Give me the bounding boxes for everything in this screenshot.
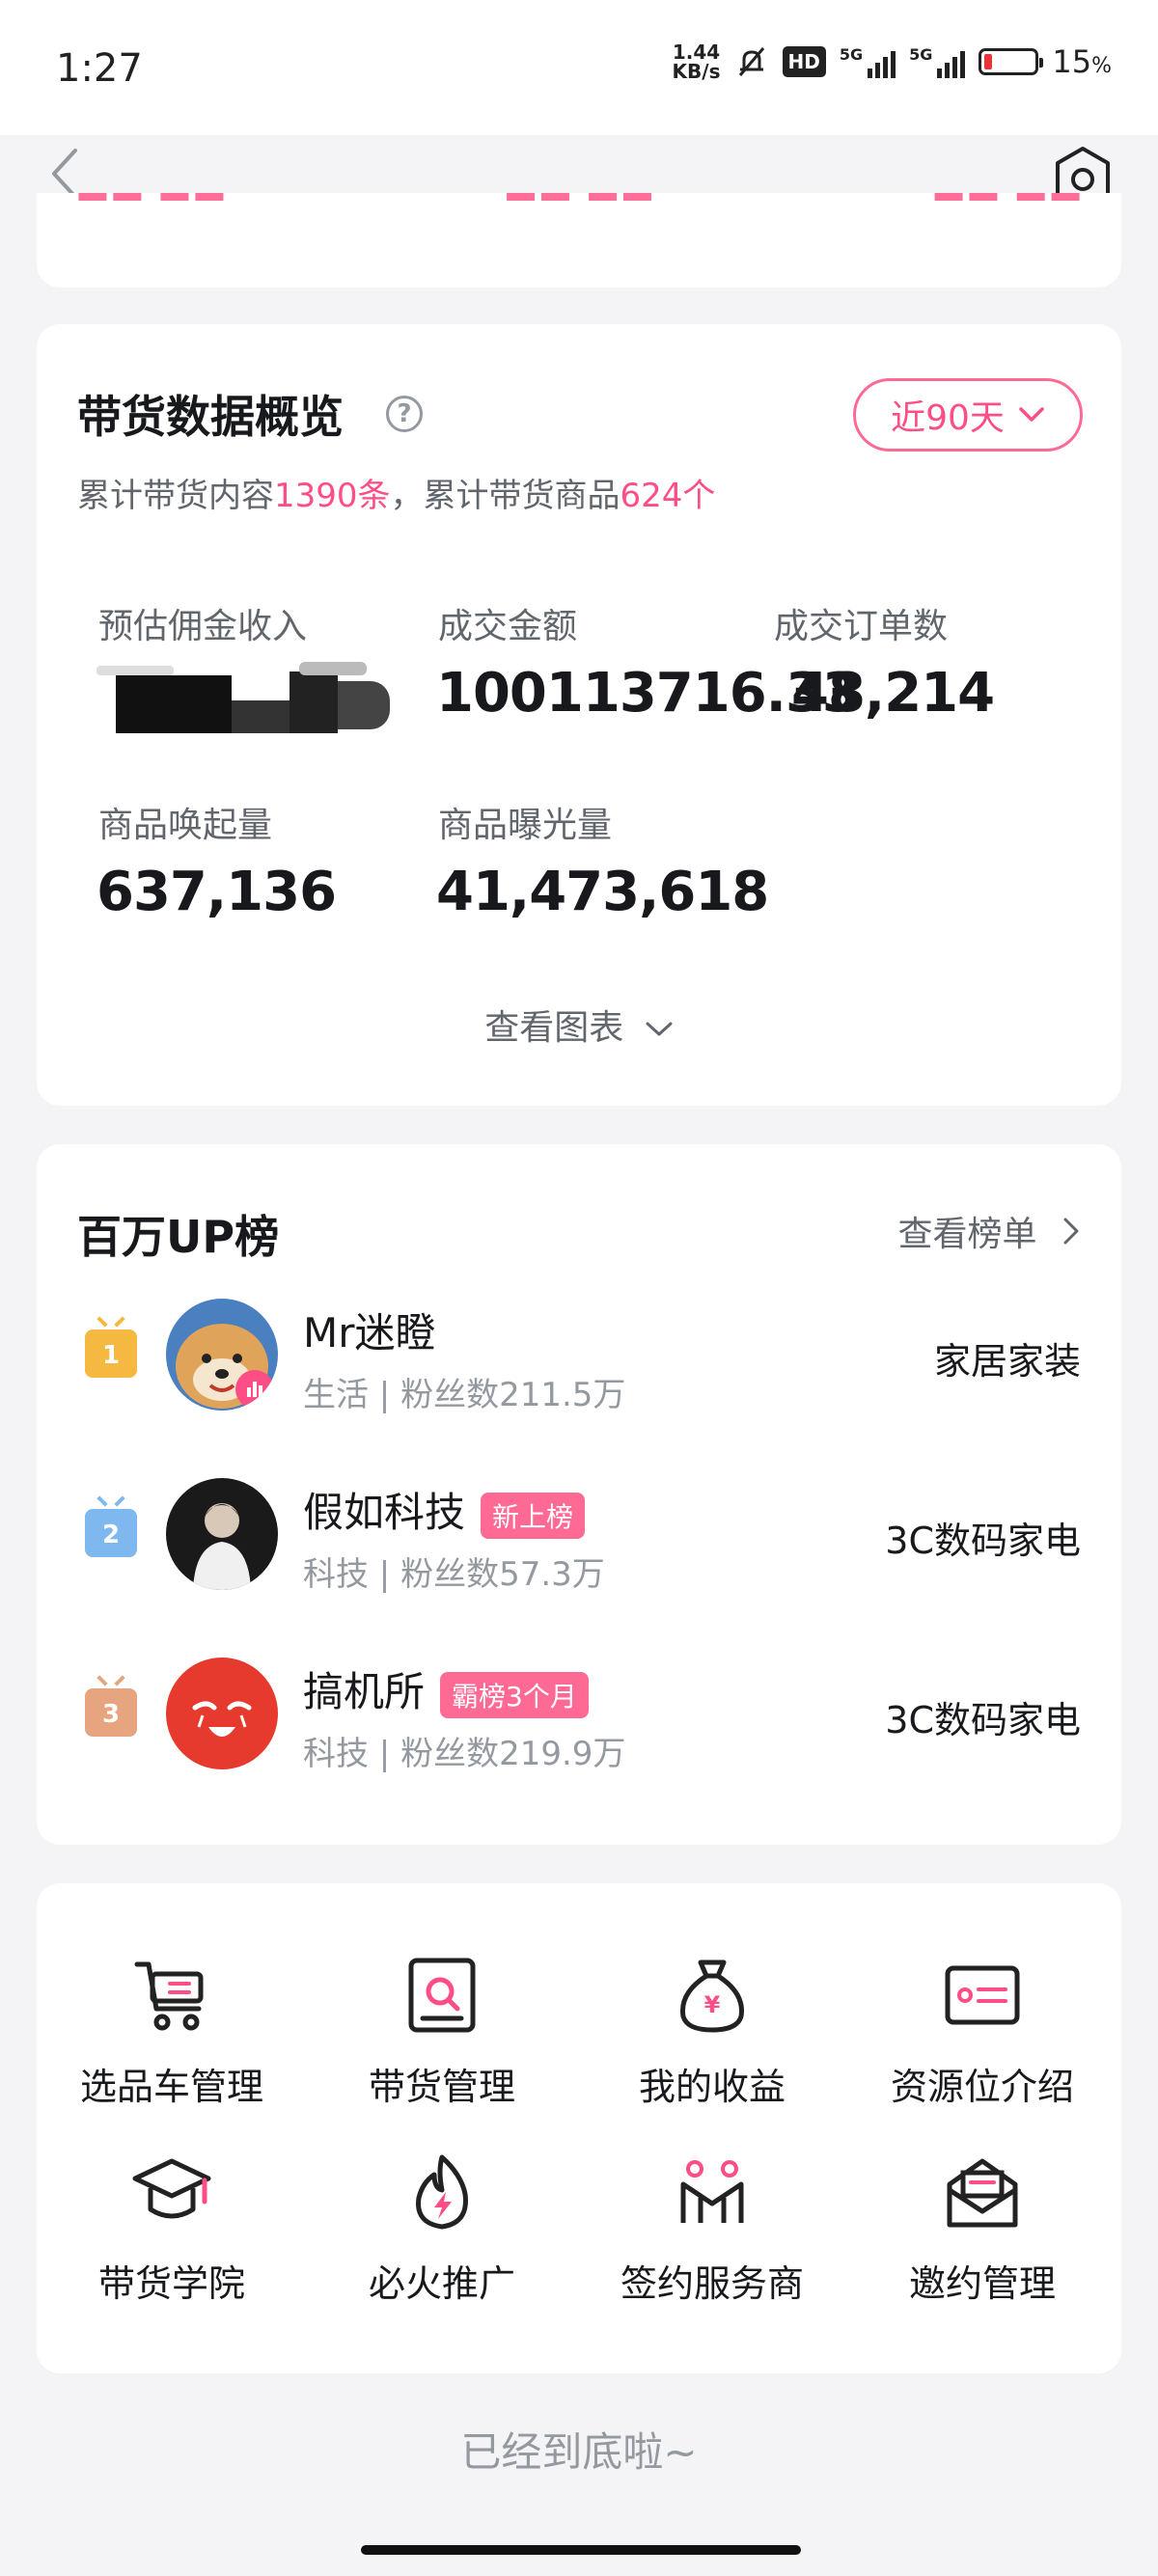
metric-label-clicks: 商品唤起量 — [98, 806, 273, 845]
bell-off-icon — [738, 47, 764, 76]
up-meta: 科技 | 粉丝数57.3万 — [303, 1555, 605, 1594]
metric-label-gmv: 成交金额 — [438, 607, 578, 646]
up-meta: 生活 | 粉丝数211.5万 — [303, 1376, 626, 1414]
status-time: 1:27 — [56, 46, 143, 91]
chevron-right-icon — [1063, 1218, 1079, 1245]
tool-invitation-management[interactable]: 邀约管理 — [847, 2151, 1117, 2307]
signal-icon: 5G — [909, 45, 966, 78]
rank-badge: 3 — [85, 1688, 137, 1737]
net-speed: 1.44 KB/s — [672, 41, 721, 83]
view-chart-button[interactable]: 查看图表 — [37, 1000, 1121, 1050]
ranking-row[interactable]: 2 假如科技 新上榜 科技 | 粉丝数57.3万 3C数码家电 — [37, 1466, 1121, 1611]
content-count: 1390条 — [274, 477, 391, 515]
tool-my-earnings[interactable]: ¥ 我的收益 — [577, 1955, 847, 2110]
money-bag-icon: ¥ — [680, 1959, 744, 2033]
search-box-icon — [408, 1958, 476, 2033]
metric-label-orders: 成交订单数 — [774, 607, 949, 646]
avatar — [166, 1658, 278, 1769]
product-count: 624个 — [620, 477, 716, 515]
overview-summary: 累计带货内容1390条，累计带货商品624个 — [77, 477, 716, 515]
signal-icon: 5G — [840, 45, 896, 78]
ranking-row[interactable]: 1 Mr迷瞪 生活 | 粉丝数211.5万 家居家装 — [37, 1287, 1121, 1432]
status-icons: 1.44 KB/s HD 5G 5G 15% — [673, 42, 1112, 81]
cart-icon — [134, 1961, 204, 2031]
up-meta: 科技 | 粉丝数219.9万 — [303, 1735, 626, 1773]
commission-value-masked — [96, 662, 401, 735]
metric-value-exposure: 41,473,618 — [436, 861, 769, 923]
avatar — [166, 1299, 278, 1411]
hd-badge: HD — [782, 46, 826, 77]
tool-hot-promotion[interactable]: 必火推广 — [307, 2151, 577, 2307]
tool-sales-management[interactable]: 带货管理 — [307, 1955, 577, 2110]
metric-value-clicks: 637,136 — [96, 861, 337, 923]
graduation-cap-icon — [132, 2158, 211, 2219]
up-category: 3C数码家电 — [885, 1699, 1081, 1741]
up-name: 搞机所 霸榜3个月 — [303, 1659, 589, 1718]
tool-cart-management[interactable]: 选品车管理 — [37, 1955, 307, 2110]
chevron-down-icon — [1019, 407, 1044, 422]
metrics-card-clipped: ▬▬ ▬▬▬▬ ▬▬▬▬ ▬▬ — [37, 193, 1121, 288]
fire-icon — [416, 2154, 468, 2230]
metric-value-orders: 48,214 — [791, 662, 995, 725]
up-category: 家居家装 — [933, 1340, 1081, 1383]
mail-icon — [947, 2158, 1018, 2228]
overview-title: 带货数据概览 — [77, 391, 344, 443]
up-category: 3C数码家电 — [885, 1520, 1081, 1562]
partners-icon — [680, 2160, 744, 2223]
battery-percent: 15% — [1052, 43, 1112, 80]
sales-overview-card: 带货数据概览 ? 近90天 累计带货内容1390条，累计带货商品624个 预估佣… — [37, 324, 1121, 1106]
up-name: 假如科技 新上榜 — [303, 1480, 586, 1539]
metric-label-commission: 预估佣金收入 — [98, 607, 308, 646]
battery-icon — [979, 48, 1044, 75]
chevron-down-icon — [646, 1022, 673, 1036]
top-streak-tag: 霸榜3个月 — [440, 1671, 589, 1718]
million-up-ranking-card: 百万UP榜 查看榜单 1 Mr迷瞪 生活 | 粉丝数211.5万 家居家装 2 — [37, 1144, 1121, 1845]
ranking-row[interactable]: 3 搞机所 霸榜3个月 科技 | 粉丝数219.9万 3C数码家电 — [37, 1646, 1121, 1791]
svg-text:¥: ¥ — [704, 1991, 721, 2018]
new-entry-tag: 新上榜 — [481, 1492, 586, 1539]
rank-badge: 2 — [85, 1509, 137, 1557]
home-indicator[interactable] — [361, 2545, 801, 2555]
help-icon[interactable]: ? — [386, 396, 423, 432]
rank-badge: 1 — [85, 1329, 137, 1378]
date-range-selector[interactable]: 近90天 — [853, 378, 1083, 452]
status-bar: 1:27 1.44 KB/s HD 5G 5G 15% — [0, 0, 1158, 135]
tool-resource-intro[interactable]: 资源位介绍 — [847, 1955, 1117, 2110]
ranking-title: 百万UP榜 — [77, 1211, 280, 1263]
view-ranking-link[interactable]: 查看榜单 — [898, 1206, 1081, 1256]
end-of-list-text: 已经到底啦~ — [460, 2428, 698, 2476]
tools-grid-card: 选品车管理 带货管理 ¥ 我的收益 资源位介绍 带货学院 必火推广 签约服务商 … — [37, 1883, 1121, 2373]
up-name: Mr迷瞪 — [303, 1309, 436, 1357]
card-icon — [945, 1965, 1020, 2025]
tool-partner-agency[interactable]: 签约服务商 — [577, 2151, 847, 2307]
metric-label-exposure: 商品曝光量 — [438, 806, 613, 845]
tool-academy[interactable]: 带货学院 — [37, 2151, 307, 2307]
avatar — [166, 1478, 278, 1590]
